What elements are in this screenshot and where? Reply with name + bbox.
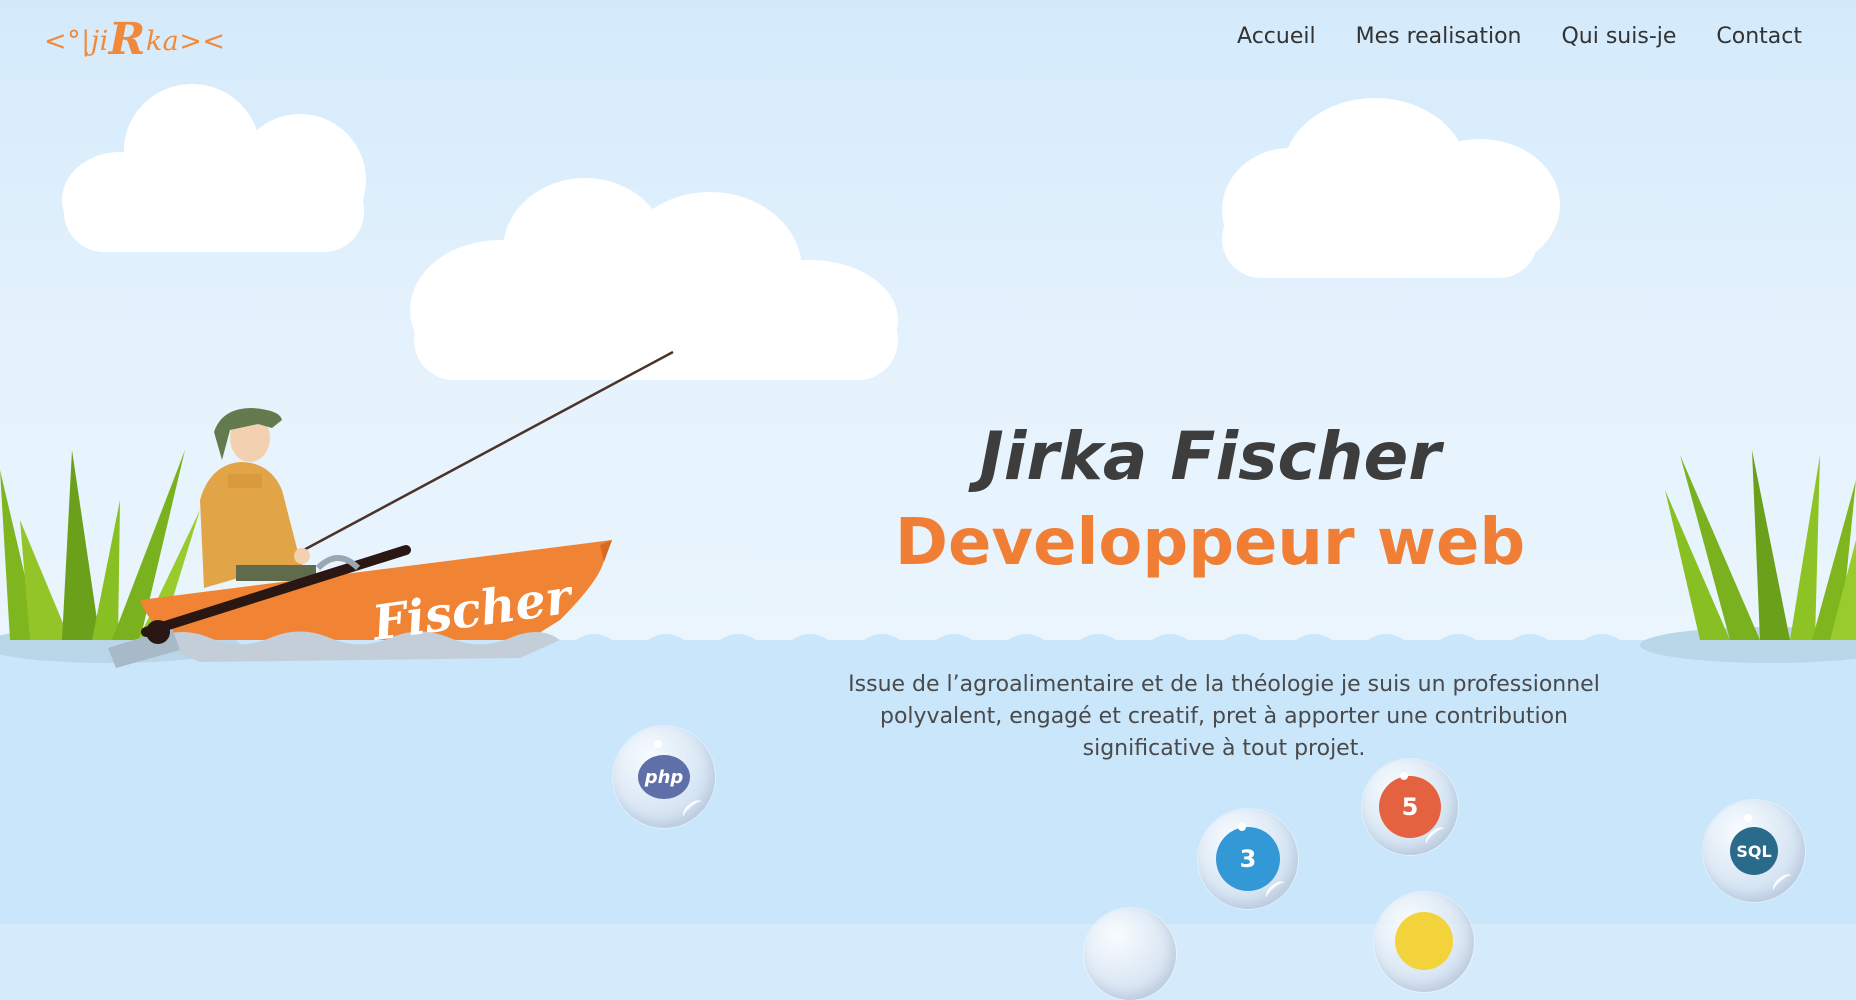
nav-link-contact[interactable]: Contact — [1716, 24, 1802, 49]
skill-bubble-html5: 5 — [1362, 759, 1458, 855]
site-logo[interactable]: <°|jiRka>< — [44, 10, 226, 65]
html5-icon: 5 — [1379, 776, 1441, 838]
cloud-right — [1222, 98, 1560, 278]
logo-text-left: <°|ji — [44, 26, 109, 57]
hero-description: Issue de l’agroalimentaire et de la théo… — [848, 672, 1600, 761]
skill-bubble-php: php — [613, 726, 715, 828]
reeds-right — [1640, 450, 1856, 663]
cloud-middle — [410, 178, 898, 380]
hero-role: Developpeur web — [894, 506, 1526, 580]
nav-link-qui-suis-je[interactable]: Qui suis-je — [1561, 24, 1676, 49]
skill-bubble-partial-left — [1084, 908, 1176, 1000]
css3-icon-label: 3 — [1239, 845, 1257, 873]
php-icon-label: php — [644, 766, 684, 788]
sql-icon-label: SQL — [1736, 841, 1772, 861]
logo-text-initial: R — [108, 14, 146, 65]
php-icon: php — [638, 755, 690, 799]
main-nav: Accueil Mes realisation Qui suis-je Cont… — [1237, 24, 1802, 49]
html5-icon-label: 5 — [1401, 793, 1419, 821]
logo-text-right: ka>< — [145, 26, 226, 57]
skill-bubble-css3: 3 — [1198, 809, 1298, 909]
nav-link-accueil[interactable]: Accueil — [1237, 24, 1316, 49]
fishing-rod — [299, 350, 674, 554]
nav-link-realisations[interactable]: Mes realisation — [1356, 24, 1522, 49]
fisherman — [200, 408, 316, 588]
skill-bubble-js-partial — [1374, 892, 1474, 992]
css3-icon: 3 — [1216, 827, 1280, 891]
cloud-left — [62, 84, 366, 252]
hero-name: Jirka Fischer — [979, 418, 1441, 495]
sql-icon: SQL — [1730, 827, 1778, 875]
javascript-icon — [1395, 912, 1453, 970]
skill-bubble-sql: SQL — [1703, 800, 1805, 902]
